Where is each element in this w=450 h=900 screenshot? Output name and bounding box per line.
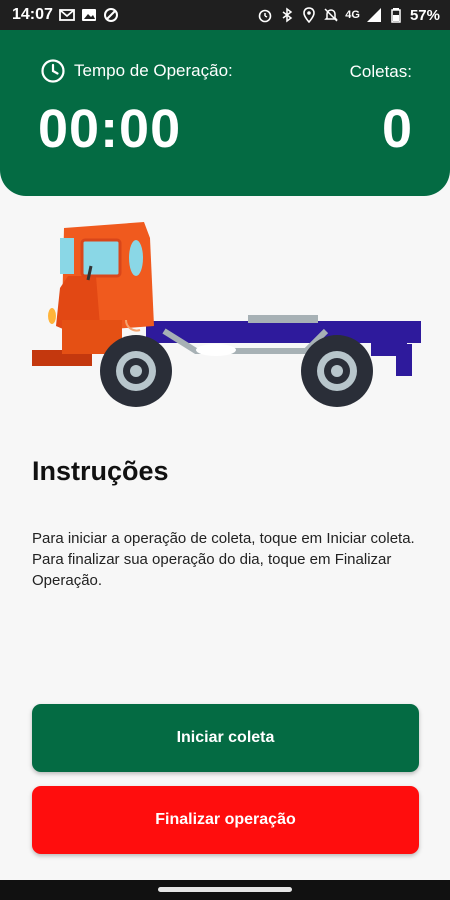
start-collection-button[interactable]: Iniciar coleta: [32, 704, 419, 772]
status-right: 4G 57%: [257, 7, 440, 24]
operation-time-label-row: Tempo de Operação:: [40, 58, 233, 84]
gmail-icon: [59, 9, 75, 21]
status-time: 14:07: [12, 6, 53, 23]
data-saver-icon: [103, 8, 118, 22]
operation-timer: 00:00: [38, 99, 182, 159]
signal-icon: [366, 8, 381, 22]
home-gesture-handle[interactable]: [158, 887, 292, 892]
truck-rail-top: [248, 315, 318, 323]
truck-door-window: [80, 238, 122, 278]
truck-illustration: [32, 222, 421, 407]
truck-side-window: [60, 238, 74, 274]
navigation-bar: [0, 880, 450, 900]
operation-header: Tempo de Operação: Coletas: 00:00 0: [0, 30, 450, 196]
photos-icon: [81, 9, 96, 21]
finish-operation-button[interactable]: Finalizar operação: [32, 786, 419, 854]
alarm-icon: [258, 9, 272, 23]
mute-icon: [324, 8, 339, 22]
instructions-line-start: Para iniciar a operação de coleta, toque…: [32, 530, 415, 547]
truck-tank: [196, 344, 236, 356]
clock-icon: [41, 59, 65, 83]
instructions-title: Instruções: [32, 456, 169, 486]
battery-icon: [391, 8, 401, 23]
collections-count: 0: [381, 99, 412, 159]
status-bar: 14:07 4G 57%: [0, 0, 450, 30]
truck-rear-window: [129, 240, 143, 276]
truck-rear-bumper: [396, 344, 412, 376]
truck-headlight: [48, 308, 56, 324]
instructions-line-finish: Para finalizar sua operação do dia, toqu…: [32, 551, 392, 589]
bluetooth-icon: [282, 7, 293, 23]
network-type: 4G: [345, 9, 360, 21]
instructions-text: Para iniciar a operação de coleta, toque…: [32, 528, 424, 591]
status-left: 14:07: [12, 6, 119, 24]
front-wheel: [100, 335, 172, 407]
location-icon: [303, 7, 316, 23]
battery-percent: 57%: [409, 6, 440, 24]
operation-time-label: Tempo de Operação:: [74, 61, 233, 80]
rear-wheel: [301, 335, 373, 407]
collections-label: Coletas:: [349, 62, 412, 81]
